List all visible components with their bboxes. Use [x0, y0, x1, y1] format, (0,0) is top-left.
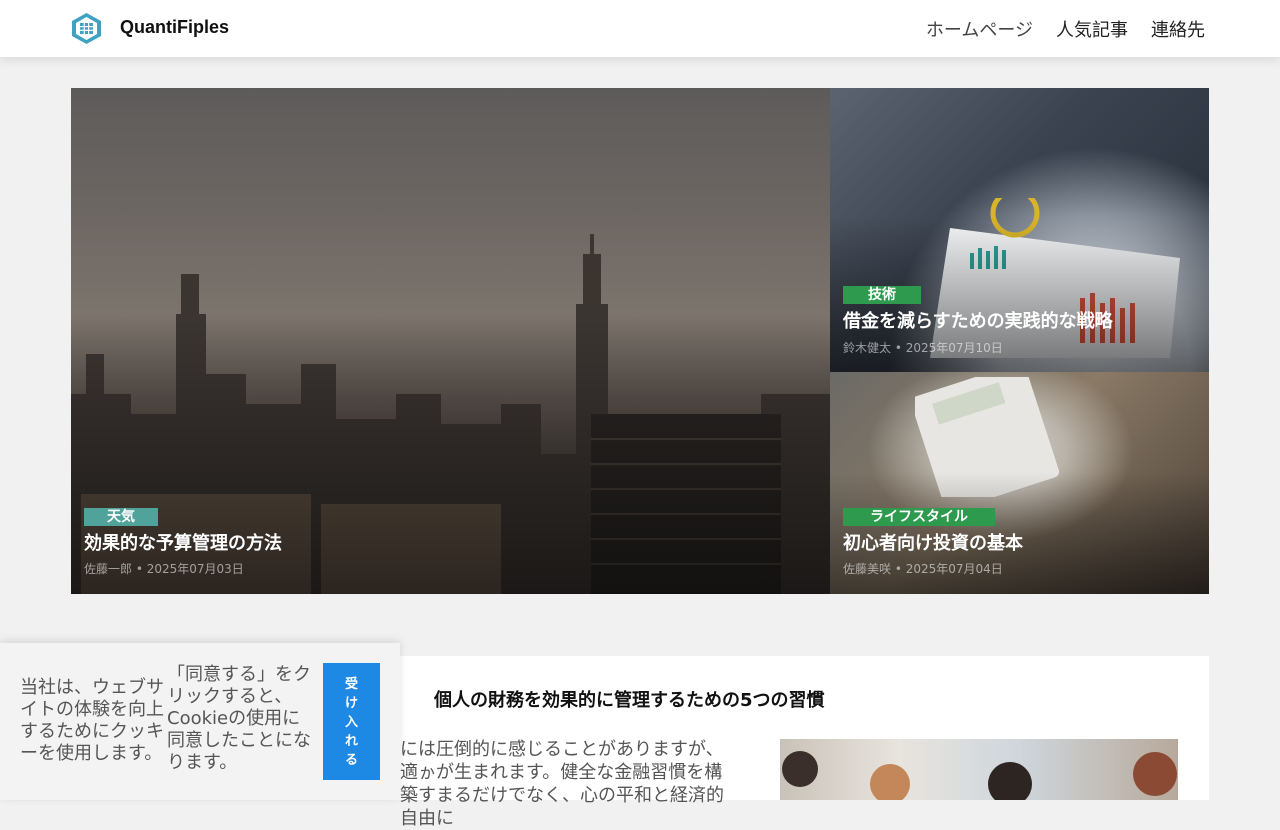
- nav-home[interactable]: ホームページ: [926, 16, 1033, 42]
- people-meeting-image: [782, 751, 1177, 800]
- featured-card-top-right[interactable]: 技術 借金を減らすための実践的な戦略 鈴木健太 • 2025年07月10日: [830, 88, 1209, 372]
- main-nav: ホームページ 人気記事 連絡先: [926, 16, 1205, 42]
- hero-grid: 天気 効果的な予算管理の方法 佐藤一郎 • 2025年07月03日 技術 借金を…: [71, 88, 1209, 594]
- post-title[interactable]: 効果的な予算管理の方法: [84, 529, 282, 555]
- featured-card-main[interactable]: 天気 効果的な予算管理の方法 佐藤一郎 • 2025年07月03日: [71, 88, 830, 594]
- post-meta: 鈴木健太 • 2025年07月10日: [843, 341, 1003, 355]
- category-badge[interactable]: 天気: [84, 508, 158, 526]
- post-meta: 佐藤一郎 • 2025年07月03日: [84, 562, 244, 576]
- nav-contact[interactable]: 連絡先: [1151, 16, 1205, 42]
- cookie-banner: 当社は、ウェブサイトの体験を向上するためにクッキーを使用します。 「同意する」を…: [0, 643, 400, 800]
- post-title[interactable]: 借金を減らすための実践的な戦略: [843, 307, 1113, 333]
- article-excerpt: には圧倒的に感じることがありますが、適ゕが生まれます。健全な金融習慣を構築すまる…: [400, 739, 724, 829]
- accept-cookies-button[interactable]: 受け入れる: [323, 663, 380, 780]
- featured-card-bottom-right[interactable]: ライフスタイル 初心者向け投資の基本 佐藤美咲 • 2025年07月04日: [830, 372, 1209, 594]
- brand-name[interactable]: QuantiFiples: [120, 17, 229, 38]
- site-header: QuantiFiples ホームページ 人気記事 連絡先: [0, 0, 1280, 57]
- cookie-consent-text: 「同意する」をクリックすると、Cookieの使用に同意したことになります。: [167, 664, 311, 773]
- article-image[interactable]: [780, 739, 1178, 800]
- cookie-text: 当社は、ウェブサイトの体験を向上するためにクッキーを使用します。: [20, 677, 164, 764]
- logo-icon[interactable]: [70, 12, 103, 45]
- post-meta: 佐藤美咲 • 2025年07月04日: [843, 562, 1003, 576]
- post-title[interactable]: 初心者向け投資の基本: [843, 529, 1023, 555]
- article-title[interactable]: 個人の財務を効果的に管理するための5つの習慣: [434, 686, 825, 712]
- category-badge[interactable]: 技術: [843, 286, 921, 304]
- category-badge[interactable]: ライフスタイル: [843, 508, 995, 526]
- nav-popular[interactable]: 人気記事: [1056, 16, 1128, 42]
- article-preview: 個人の財務を効果的に管理するための5つの習慣 には圧倒的に感じることがありますが…: [400, 656, 1209, 829]
